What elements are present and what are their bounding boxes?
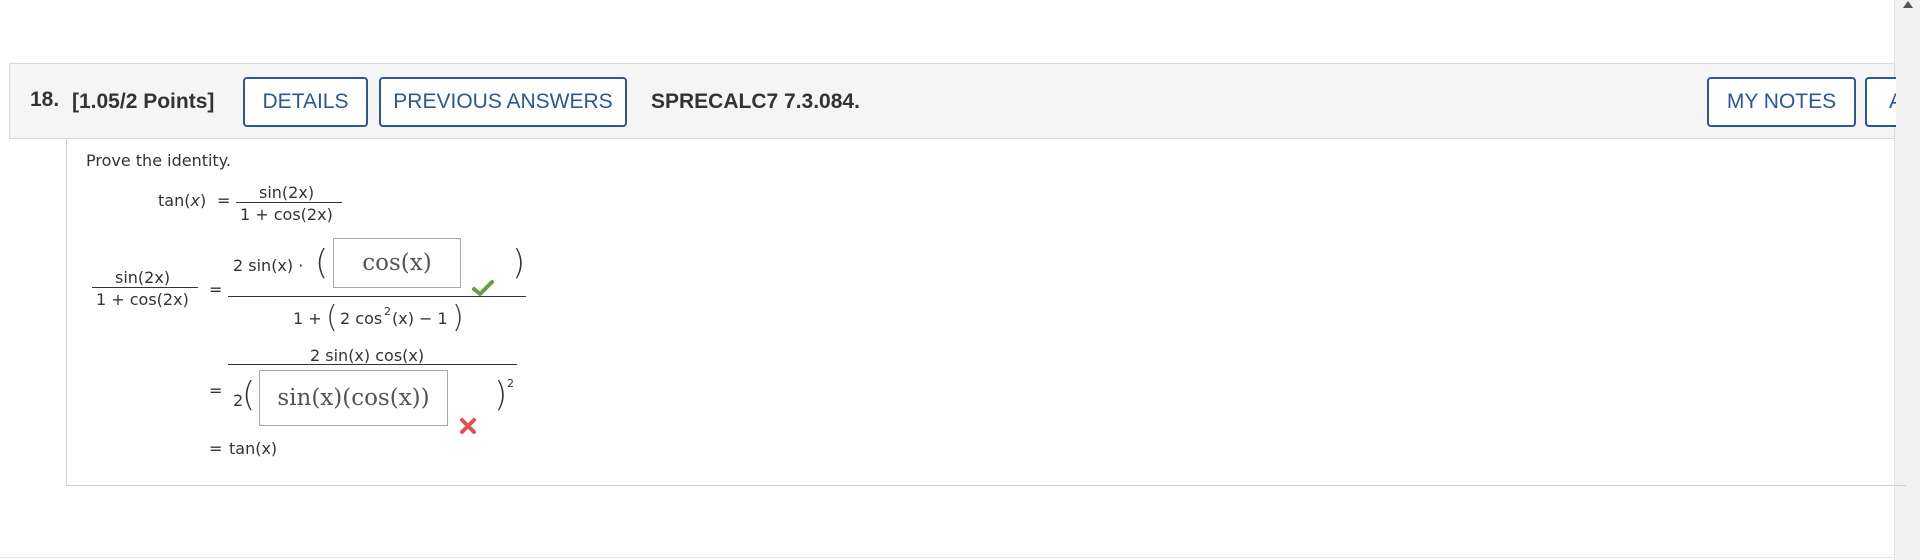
step2-equals: =: [209, 381, 223, 400]
close-paren: ): [494, 375, 508, 415]
open-paren: (: [326, 300, 338, 335]
identity-lhs: tan(x): [158, 191, 207, 210]
identity-denominator: 1 + cos(2x): [240, 205, 333, 224]
question-number: 18.: [30, 88, 60, 111]
my-notes-button[interactable]: MY NOTES: [1707, 77, 1856, 127]
step1-answer-box[interactable]: cos(x): [333, 238, 461, 288]
question-points: [1.05/2 Points]: [72, 90, 215, 113]
details-button[interactable]: DETAILS: [243, 77, 368, 127]
fraction-bar: [228, 296, 526, 297]
step3-equals: =: [209, 439, 223, 458]
fraction-bar: [92, 287, 198, 288]
step1-left-numerator: sin(2x): [115, 268, 171, 287]
prompt-text: Prove the identity.: [86, 151, 231, 170]
step1-denominator-term: 2 cos: [340, 309, 383, 328]
scroll-up-arrow-icon[interactable]: [1903, 1, 1913, 8]
section-divider: [0, 557, 1895, 558]
step1-denominator-prefix: 1 +: [293, 309, 322, 328]
step1-left-denominator: 1 + cos(2x): [96, 290, 189, 309]
step1-equals: =: [209, 280, 223, 299]
check-icon: [472, 279, 494, 297]
question-header: 18. [1.05/2 Points] DETAILS PREVIOUS ANS…: [9, 63, 1896, 139]
identity-equals: =: [217, 191, 231, 210]
step1-denominator-exponent: 2: [384, 305, 391, 318]
fraction-bar: [236, 202, 342, 203]
step1-numerator-prefix: 2 sin(x) ·: [233, 256, 304, 275]
step2-numerator: 2 sin(x) cos(x): [310, 346, 425, 365]
open-paren: (: [315, 243, 329, 283]
step1-denominator-tail: (x) − 1: [392, 309, 448, 328]
open-paren: (: [242, 375, 256, 415]
step2-answer-box[interactable]: sin(x)(cos(x)): [259, 370, 448, 426]
question-code: SPRECALC7 7.3.084.: [651, 90, 860, 113]
step2-exponent: 2: [507, 377, 514, 390]
ask-teacher-button[interactable]: A: [1865, 77, 1896, 127]
cross-icon: [459, 417, 477, 435]
step3-result: tan(x): [229, 439, 278, 458]
close-paren: ): [452, 300, 464, 335]
close-paren: ): [512, 243, 526, 283]
fraction-bar: [228, 364, 517, 365]
previous-answers-button[interactable]: PREVIOUS ANSWERS: [379, 77, 627, 127]
identity-numerator: sin(2x): [259, 183, 315, 202]
